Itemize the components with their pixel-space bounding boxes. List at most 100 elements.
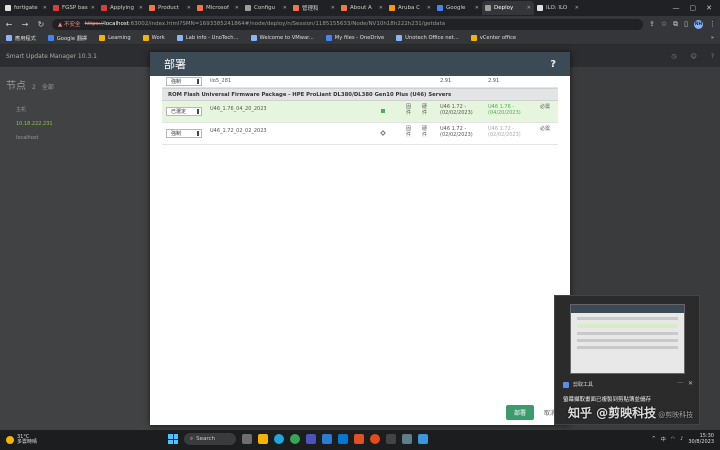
teams-icon[interactable]: [306, 434, 316, 444]
browser-tab[interactable]: FGSP bas ✕: [50, 1, 98, 15]
tab-close-icon[interactable]: ✕: [331, 5, 335, 11]
tab-close-icon[interactable]: ✕: [283, 5, 287, 11]
tab-favicon-icon: [437, 5, 443, 11]
clock[interactable]: 15:30 30/8/2023: [688, 433, 714, 445]
taskbar-apps: ⌕ Search: [168, 433, 428, 445]
select-handle: [197, 131, 199, 136]
menu-icon[interactable]: ⋮: [709, 20, 716, 28]
wifi-icon[interactable]: ◠: [671, 436, 675, 442]
all-bookmarks-button[interactable]: »: [711, 35, 714, 41]
tab-close-icon[interactable]: ✕: [379, 5, 383, 11]
bookmark-item[interactable]: My files - OneDrive: [325, 35, 384, 41]
thumb-header: [571, 305, 684, 313]
activity-icon[interactable]: ◷: [671, 53, 676, 60]
tray-chevron-icon[interactable]: ^: [652, 436, 656, 442]
bookmark-item[interactable]: Welcome to VMwar...: [250, 35, 314, 41]
browser-tab[interactable]: ILO: ILO ✕: [534, 1, 582, 15]
user-icon[interactable]: ☺: [691, 53, 697, 60]
bookmark-item[interactable]: Unotech Office net...: [396, 35, 459, 41]
putty-icon[interactable]: [354, 434, 364, 444]
bookmark-item[interactable]: Lab info - UnoTech...: [176, 35, 239, 41]
required-label: 必需: [540, 126, 551, 132]
deploy-mode-select[interactable]: 已選定: [166, 107, 202, 116]
extensions-icon[interactable]: ⧉: [673, 20, 678, 29]
browser-tab[interactable]: Deploy ✕: [482, 1, 534, 15]
start-icon[interactable]: [168, 434, 178, 444]
tab-close-icon[interactable]: ✕: [43, 5, 47, 11]
component-name: U46_1.76_04_20_2023: [210, 106, 267, 112]
bookmark-item[interactable]: 應用程式: [6, 35, 36, 42]
file-explorer-icon[interactable]: [258, 434, 268, 444]
tree-item-node[interactable]: 10.18.222.231: [16, 121, 144, 127]
tab-close-icon[interactable]: ✕: [91, 5, 95, 11]
deploy-button[interactable]: 部署: [505, 404, 534, 420]
browser-tab[interactable]: Aruba C ✕: [386, 1, 434, 15]
remote-desktop-icon[interactable]: [418, 434, 428, 444]
store-icon[interactable]: [338, 434, 348, 444]
browser-tab[interactable]: Microsof ✕: [194, 1, 242, 15]
tab-close-icon[interactable]: ✕: [527, 5, 531, 11]
select-value: 已選定: [171, 109, 187, 115]
url-field[interactable]: ▲ 不安全 https:// localhost :63002/index.ht…: [52, 18, 643, 30]
chrome-icon[interactable]: [290, 434, 300, 444]
help-icon[interactable]: ?: [550, 59, 556, 70]
bookmark-item[interactable]: Work: [142, 35, 165, 41]
component-list[interactable]: 強制 ilo5_281 2.91 2.91 ROM Flash Universa…: [162, 76, 558, 376]
deploy-mode-select[interactable]: 強制: [166, 129, 202, 138]
bookmark-item[interactable]: Google 翻譯: [47, 35, 87, 42]
browser-tab[interactable]: fortigate ✕: [2, 1, 50, 15]
tab-close-icon[interactable]: ✕: [139, 5, 143, 11]
not-secure-badge[interactable]: ▲ 不安全: [58, 20, 80, 28]
help-header-icon[interactable]: ?: [711, 53, 714, 60]
terminal-icon[interactable]: [386, 434, 396, 444]
browser-tab[interactable]: Configu ✕: [242, 1, 290, 15]
notification-app: 剪取工具: [563, 381, 593, 388]
browser-tab[interactable]: Product ✕: [146, 1, 194, 15]
tree-item-localhost[interactable]: localhost: [16, 135, 144, 141]
firefox-icon[interactable]: [370, 434, 380, 444]
browser-tab[interactable]: About A ✕: [338, 1, 386, 15]
taskbar-search[interactable]: ⌕ Search: [184, 433, 236, 445]
outlook-icon[interactable]: [322, 434, 332, 444]
tab-close-icon[interactable]: ✕: [575, 5, 579, 11]
browser-tab-strip: fortigate ✕ FGSP bas ✕ Applying ✕ Product ✕ Micr…: [0, 0, 720, 16]
browser-tab[interactable]: Applying ✕: [98, 1, 146, 15]
settings-icon[interactable]: [402, 434, 412, 444]
component-row-selected[interactable]: 已選定 U46_1.76_04_20_2023 固件 硬件 U46 1.72 -…: [162, 101, 558, 123]
tab-close-icon[interactable]: ✕: [187, 5, 191, 11]
deploy-mode-select[interactable]: 強制: [166, 77, 202, 86]
tab-label: FGSP bas: [62, 5, 88, 11]
tab-close-icon[interactable]: ✕: [235, 5, 239, 11]
reload-icon[interactable]: ↻: [36, 20, 46, 29]
screenshot-thumbnail[interactable]: [570, 304, 685, 374]
task-view-icon[interactable]: [242, 434, 252, 444]
close-window-icon[interactable]: ✕: [706, 4, 712, 12]
minimize-icon[interactable]: —: [673, 4, 680, 12]
tree-item-hosts[interactable]: 主机: [16, 106, 144, 113]
back-icon[interactable]: ←: [4, 20, 14, 29]
profile-avatar[interactable]: RH: [694, 19, 703, 29]
filter-select[interactable]: 全部: [42, 82, 54, 91]
bookmark-item[interactable]: vCenter office: [470, 35, 516, 41]
share-icon[interactable]: ⇪: [649, 20, 655, 28]
tab-favicon-icon: [197, 5, 203, 11]
more-options-icon[interactable]: ···: [677, 380, 683, 387]
tab-close-icon[interactable]: ✕: [427, 5, 431, 11]
star-icon[interactable]: ☆: [661, 20, 667, 28]
input-language[interactable]: 中: [661, 436, 666, 443]
close-icon[interactable]: ✕: [688, 380, 693, 387]
maximize-icon[interactable]: ▢: [690, 4, 697, 12]
edge-icon[interactable]: [274, 434, 284, 444]
deploy-dialog: 部署 ? 強制 ilo5_281 2.91 2.91 ROM Flash Uni…: [150, 52, 570, 425]
forward-icon[interactable]: →: [20, 20, 30, 29]
browser-tab[interactable]: Google ✕: [434, 1, 482, 15]
tab-close-icon[interactable]: ✕: [475, 5, 479, 11]
sidebar-icon[interactable]: ▯: [684, 20, 688, 28]
volume-icon[interactable]: ♪: [680, 436, 683, 442]
tab-favicon-icon: [485, 5, 491, 11]
browser-tab[interactable]: 管理和 ✕: [290, 1, 338, 15]
component-row[interactable]: 強制 U46_1.72_02_02_2023 固件 硬件 U46 1.72 - …: [162, 123, 558, 145]
bookmark-item[interactable]: Learning: [99, 35, 131, 41]
weather-widget[interactable]: 31°C 多雲時晴: [6, 434, 37, 446]
window-controls: — ▢ ✕: [673, 4, 720, 12]
